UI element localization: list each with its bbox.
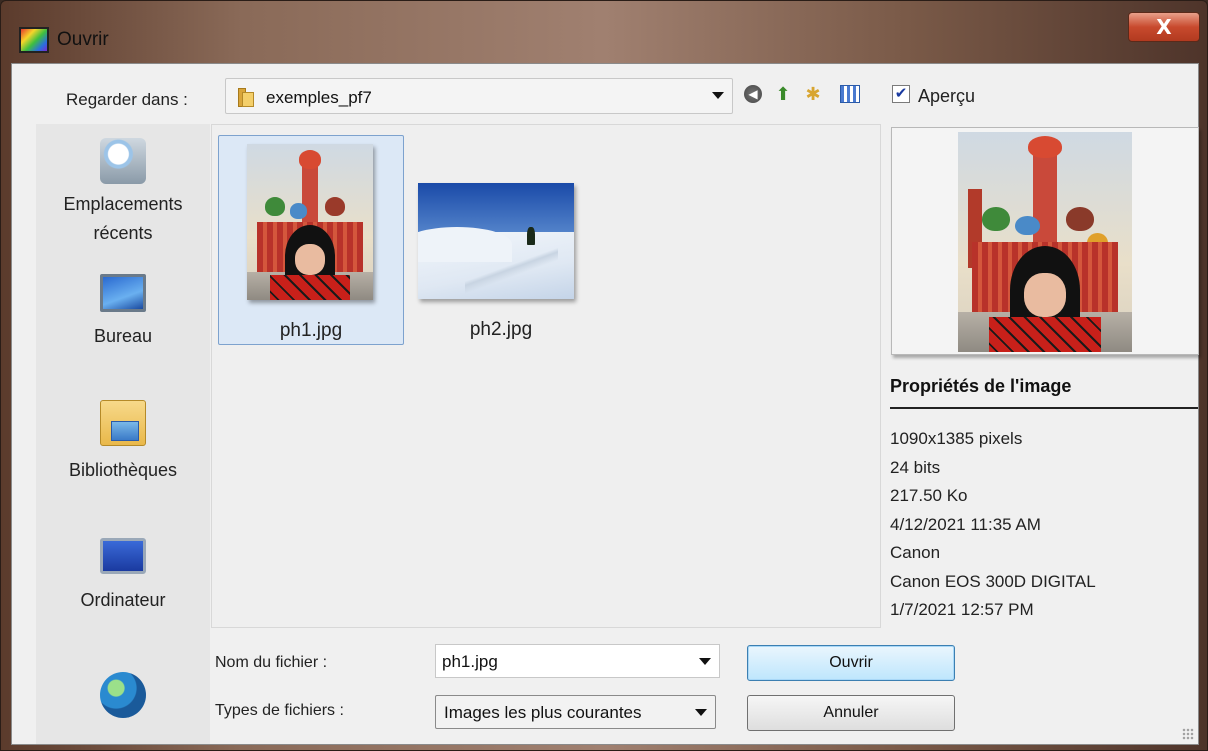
place-computer[interactable]: Ordinateur	[36, 538, 210, 611]
place-desktop[interactable]: Bureau	[36, 274, 210, 347]
places-bar: Emplacements récents Bureau Bibliothèque…	[36, 124, 210, 744]
property-dimensions: 1090x1385 pixels	[890, 429, 1023, 448]
image-preview	[891, 127, 1199, 355]
view-menu-icon[interactable]	[838, 83, 860, 105]
libraries-icon	[100, 400, 146, 446]
place-libraries[interactable]: Bibliothèques	[36, 400, 210, 481]
filetype-select[interactable]: Images les plus courantes	[435, 695, 716, 729]
property-bit-depth: 24 bits	[890, 457, 941, 477]
recent-places-icon	[100, 138, 146, 184]
filetype-label: Types de fichiers :	[215, 702, 344, 719]
filename-input[interactable]: ph1.jpg	[435, 644, 720, 678]
chevron-down-icon[interactable]	[712, 92, 724, 99]
folder-icon	[236, 86, 258, 108]
chevron-down-icon[interactable]	[695, 709, 707, 716]
place-recent-places[interactable]: Emplacements récents	[36, 138, 210, 248]
image-properties-title: Propriétés de l'image	[890, 376, 1072, 396]
file-name: ph1.jpg	[279, 320, 343, 341]
back-icon[interactable]: ◀	[742, 83, 764, 105]
computer-icon	[100, 538, 146, 574]
up-folder-icon[interactable]: ⬆	[772, 83, 794, 105]
filename-value: ph1.jpg	[442, 652, 498, 671]
title-bar[interactable]: Ouvrir X	[1, 1, 1207, 53]
look-in-label: Regarder dans :	[66, 90, 188, 109]
file-name: ph2.jpg	[469, 319, 533, 340]
property-camera-model: Canon EOS 300D DIGITAL	[890, 571, 1096, 591]
preview-image	[958, 132, 1132, 352]
preview-checkbox-label: Aperçu	[918, 86, 976, 106]
filetype-value: Images les plus courantes	[444, 703, 642, 722]
file-list[interactable]: ph1.jpg ph2.jpg	[211, 124, 881, 628]
open-dialog-window: Ouvrir X Regarder dans : exemples_pf7 ◀ …	[0, 0, 1208, 751]
desktop-icon	[100, 274, 146, 312]
close-button[interactable]: X	[1128, 12, 1200, 42]
property-camera-make: Canon	[890, 543, 941, 562]
chevron-down-icon[interactable]	[699, 658, 711, 665]
place-label: Bibliothèques	[68, 460, 178, 480]
new-folder-icon[interactable]: ✱	[802, 83, 824, 105]
image-properties-list: 1090x1385 pixels 24 bits 217.50 Ko 4/12/…	[890, 425, 1096, 625]
property-modified-date: 4/12/2021 11:35 AM	[890, 514, 1041, 534]
look-in-dropdown[interactable]: exemples_pf7	[225, 78, 733, 114]
file-thumbnail	[247, 144, 373, 300]
place-label: Ordinateur	[80, 590, 166, 610]
file-item-ph2[interactable]: ph2.jpg	[408, 135, 594, 345]
properties-divider	[890, 407, 1198, 409]
place-network[interactable]	[36, 672, 210, 724]
dialog-client-area: Regarder dans : exemples_pf7 ◀ ⬆ ✱ ✔ Ape…	[11, 63, 1199, 745]
cancel-button[interactable]: Annuler	[747, 695, 955, 731]
open-button[interactable]: Ouvrir	[747, 645, 955, 681]
network-icon	[100, 672, 146, 718]
place-label: Bureau	[93, 326, 153, 346]
filename-label: Nom du fichier :	[215, 654, 328, 671]
resize-grip[interactable]	[1182, 728, 1194, 740]
property-date-taken: 1/7/2021 12:57 PM	[890, 600, 1034, 619]
place-label: Emplacements récents	[63, 194, 183, 243]
property-file-size: 217.50 Ko	[890, 486, 968, 505]
look-in-value: exemples_pf7	[266, 88, 372, 107]
file-thumbnail	[418, 183, 574, 299]
preview-checkbox[interactable]: ✔	[892, 85, 910, 103]
app-icon	[19, 27, 49, 53]
window-title: Ouvrir	[57, 29, 109, 50]
file-item-ph1[interactable]: ph1.jpg	[218, 135, 404, 345]
